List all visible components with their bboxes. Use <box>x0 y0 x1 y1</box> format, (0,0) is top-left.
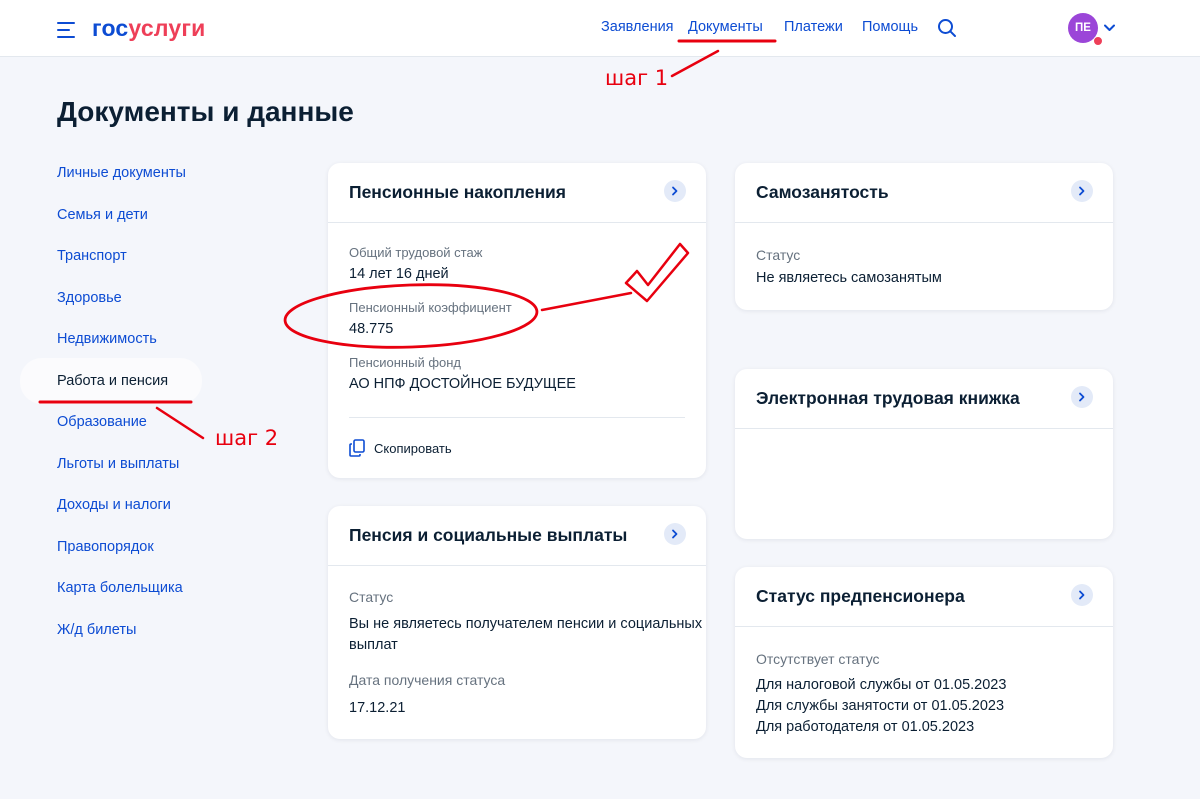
top-header: госуслуги Заявления Документы Платежи По… <box>0 0 1200 57</box>
avatar-initials: ПЕ <box>1075 22 1091 34</box>
menu-icon[interactable] <box>57 22 77 38</box>
copy-button[interactable]: Скопировать <box>349 439 452 457</box>
status-line-employment: Для службы занятости от 01.05.2023 <box>756 698 1005 714</box>
card-title: Пенсия и социальные выплаты <box>349 525 628 545</box>
status-date-value: 17.12.21 <box>349 700 406 716</box>
fund-label: Пенсионный фонд <box>349 355 462 370</box>
card-divider <box>735 428 1113 429</box>
card-divider <box>735 222 1113 223</box>
card-arrow-button[interactable] <box>664 180 686 202</box>
work-book-card[interactable]: Электронная трудовая книжка <box>735 369 1113 539</box>
status-line-employer: Для работодателя от 01.05.2023 <box>756 719 975 735</box>
sidebar-item-family[interactable]: Семья и дети <box>57 207 148 223</box>
search-icon[interactable] <box>937 18 957 38</box>
logo-part-gos: гос <box>92 15 129 41</box>
card-title: Самозанятость <box>756 182 889 202</box>
experience-value: 14 лет 16 дней <box>349 266 449 282</box>
sidebar-item-transport[interactable]: Транспорт <box>57 248 127 264</box>
step2-pointer <box>155 406 205 440</box>
sidebar-item-education[interactable]: Образование <box>57 414 147 430</box>
pre-pension-card[interactable]: Статус предпенсионера Отсутствует статус… <box>735 567 1113 758</box>
card-title: Статус предпенсионера <box>756 586 965 606</box>
chevron-right-icon <box>1079 392 1085 402</box>
page-title: Документы и данные <box>57 96 354 127</box>
nav-help[interactable]: Помощь <box>862 19 918 35</box>
nav-applications[interactable]: Заявления <box>601 19 674 35</box>
sidebar-item-fan-card[interactable]: Карта болельщика <box>57 580 183 596</box>
nav-documents[interactable]: Документы <box>688 19 763 35</box>
self-employment-card[interactable]: Самозанятость Статус Не являетесь самоза… <box>735 163 1113 310</box>
chevron-right-icon <box>672 186 678 196</box>
sidebar-item-work-pension[interactable]: Работа и пенсия <box>57 373 168 389</box>
card-arrow-button[interactable] <box>1071 180 1093 202</box>
experience-label: Общий трудовой стаж <box>349 245 483 260</box>
status-value: Не являетесь самозанятым <box>756 270 942 286</box>
status-line-tax: Для налоговой службы от 01.05.2023 <box>756 677 1007 693</box>
status-label: Статус <box>349 589 394 605</box>
copy-divider <box>349 417 685 418</box>
chevron-right-icon <box>1079 186 1085 196</box>
gosuslugi-logo[interactable]: госуслуги <box>92 15 205 42</box>
coefficient-value: 48.775 <box>349 321 394 337</box>
card-arrow-button[interactable] <box>1071 584 1093 606</box>
sidebar-item-personal-documents[interactable]: Личные документы <box>57 165 186 181</box>
pension-social-card[interactable]: Пенсия и социальные выплаты Статус Вы не… <box>328 506 706 739</box>
card-divider <box>328 222 706 223</box>
chevron-right-icon <box>1079 590 1085 600</box>
card-arrow-button[interactable] <box>1071 386 1093 408</box>
sidebar-item-benefits[interactable]: Льготы и выплаты <box>57 456 179 472</box>
logo-part-uslugi: услуги <box>128 15 206 41</box>
step2-label: шаг 2 <box>215 426 279 450</box>
nav-payments[interactable]: Платежи <box>784 19 843 35</box>
copy-icon <box>349 439 365 457</box>
sidebar-item-railway-tickets[interactable]: Ж/д билеты <box>57 622 136 638</box>
status-date-label: Дата получения статуса <box>349 672 506 688</box>
coefficient-label: Пенсионный коэффициент <box>349 300 512 315</box>
card-title: Электронная трудовая книжка <box>756 388 1020 408</box>
fund-value: АО НПФ ДОСТОЙНОЕ БУДУЩЕЕ <box>349 376 576 392</box>
notification-dot <box>1093 36 1103 46</box>
status-label: Статус <box>756 247 801 263</box>
copy-label: Скопировать <box>374 440 452 456</box>
chevron-down-icon[interactable] <box>1104 24 1115 32</box>
chevron-right-icon <box>672 529 678 539</box>
pension-savings-card[interactable]: Пенсионные накопления Общий трудовой ста… <box>328 163 706 478</box>
step1-label: шаг 1 <box>605 66 669 90</box>
card-divider <box>735 626 1113 627</box>
sidebar-item-law-enforcement[interactable]: Правопорядок <box>57 539 154 555</box>
card-divider <box>328 565 706 566</box>
status-line-1: Вы не являетесь получателем пенсии и соц… <box>349 616 703 632</box>
status-label: Отсутствует статус <box>756 651 880 667</box>
sidebar-item-real-estate[interactable]: Недвижимость <box>57 331 157 347</box>
status-line-2: выплат <box>349 637 398 653</box>
sidebar-item-income-taxes[interactable]: Доходы и налоги <box>57 497 171 513</box>
card-title: Пенсионные накопления <box>349 182 566 202</box>
card-arrow-button[interactable] <box>664 523 686 545</box>
sidebar-item-health[interactable]: Здоровье <box>57 290 122 306</box>
